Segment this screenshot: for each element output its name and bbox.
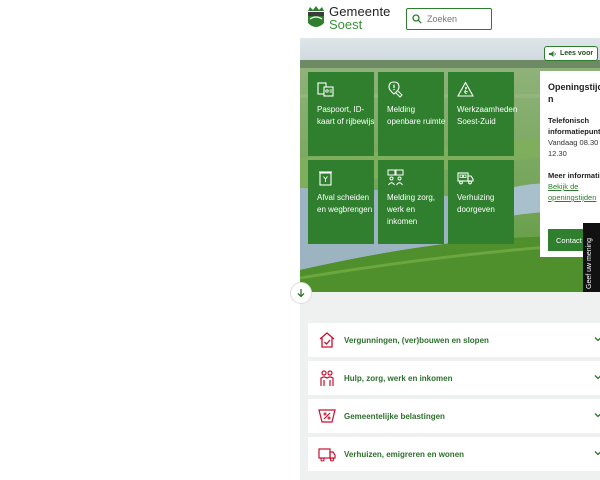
- chevron-down-icon: [594, 375, 600, 380]
- feedback-label: Geef uw mening: [586, 238, 593, 289]
- opening-hours-link[interactable]: Bekijk de openingstijden: [548, 181, 600, 203]
- feedback-tab[interactable]: Geef uw mening: [583, 223, 600, 292]
- logo-line-soest: Soest: [329, 17, 363, 32]
- logo-text: Gemeente Soest: [329, 5, 391, 31]
- today-hours: Vandaag 08.30 - 12.30: [548, 138, 600, 158]
- permit-house-icon: [319, 332, 335, 348]
- tile-label: Melding openbare ruimte: [387, 105, 446, 126]
- opening-hours-title: Openingstijden: [548, 82, 600, 104]
- topic-label: Gemeentelijke belastingen: [344, 411, 445, 421]
- chevron-down-icon: [594, 413, 600, 418]
- topic-permits[interactable]: Vergunningen, (ver)bouwen en slopen: [308, 323, 600, 357]
- search-box[interactable]: [406, 8, 492, 30]
- roadwork-icon: [457, 81, 474, 97]
- read-aloud-label: Lees voor: [560, 50, 594, 57]
- contact-label: Contact: [556, 235, 582, 245]
- tile-label: Paspoort, ID-kaart of rijbewijs: [317, 105, 375, 126]
- people-support-icon: [387, 169, 404, 186]
- logo[interactable]: Gemeente Soest: [306, 5, 391, 31]
- read-aloud-button[interactable]: Lees voor: [544, 46, 598, 61]
- people-help-icon: [320, 370, 334, 386]
- page: Gemeente Soest Zoeken Lees voor Paspoort…: [0, 0, 600, 480]
- search-icon: [412, 14, 422, 24]
- tile-report-care-work-income[interactable]: Melding zorg, werk en inkomen: [378, 160, 444, 244]
- moving-truck-icon: [457, 172, 474, 185]
- tax-icon: [318, 409, 336, 423]
- website: Gemeente Soest Zoeken Lees voor Paspoort…: [300, 0, 600, 480]
- passport-icon: [317, 82, 334, 97]
- hero-banner: Lees voor Paspoort, ID-kaart of rijbewij…: [300, 38, 600, 292]
- topic-label: Verhuizen, emigreren en wonen: [344, 449, 465, 459]
- tile-label: Melding zorg, werk en inkomen: [387, 193, 436, 226]
- tile-roadwork[interactable]: Werkzaamheden Soest-Zuid: [448, 72, 518, 156]
- tile-passport[interactable]: Paspoort, ID-kaart of rijbewijs: [308, 72, 374, 156]
- topic-label: Hulp, zorg, werk en inkomen: [344, 373, 453, 383]
- left-margin: [0, 0, 300, 480]
- more-info-label: Meer informatie: [548, 171, 600, 180]
- topic-help-care-work-income[interactable]: Hulp, zorg, werk en inkomen: [308, 361, 600, 395]
- search-input[interactable]: [427, 14, 491, 24]
- chevron-down-icon: [594, 451, 600, 456]
- coat-of-arms-icon: [308, 6, 324, 27]
- moving-van-icon: [318, 448, 336, 462]
- waste-bin-icon: [319, 171, 332, 186]
- chevron-down-icon: [594, 337, 600, 342]
- phone-info-label: Telefonisch informatiepunt: [548, 116, 600, 136]
- topics-list: Vergunningen, (ver)bouwen en slopen Hulp…: [300, 292, 600, 480]
- topic-moving-emigrating-living[interactable]: Verhuizen, emigreren en wonen: [308, 437, 600, 471]
- tile-label: Verhuizing doorgeven: [457, 193, 495, 214]
- topic-label: Vergunningen, (ver)bouwen en slopen: [344, 335, 489, 345]
- scroll-down-button[interactable]: [290, 282, 312, 304]
- tile-label: Afval scheiden en wegbrengen: [317, 193, 373, 214]
- tile-label: Werkzaamheden Soest-Zuid: [457, 105, 518, 126]
- report-location-icon: [388, 81, 403, 98]
- speaker-icon: [549, 50, 556, 57]
- site-header: Gemeente Soest: [300, 0, 600, 38]
- topic-municipal-taxes[interactable]: Gemeentelijke belastingen: [308, 399, 600, 433]
- tile-moving[interactable]: Verhuizing doorgeven: [448, 160, 514, 244]
- arrow-down-icon: [297, 289, 305, 298]
- tile-waste[interactable]: Afval scheiden en wegbrengen: [308, 160, 374, 244]
- tile-report-public-space[interactable]: Melding openbare ruimte: [378, 72, 446, 156]
